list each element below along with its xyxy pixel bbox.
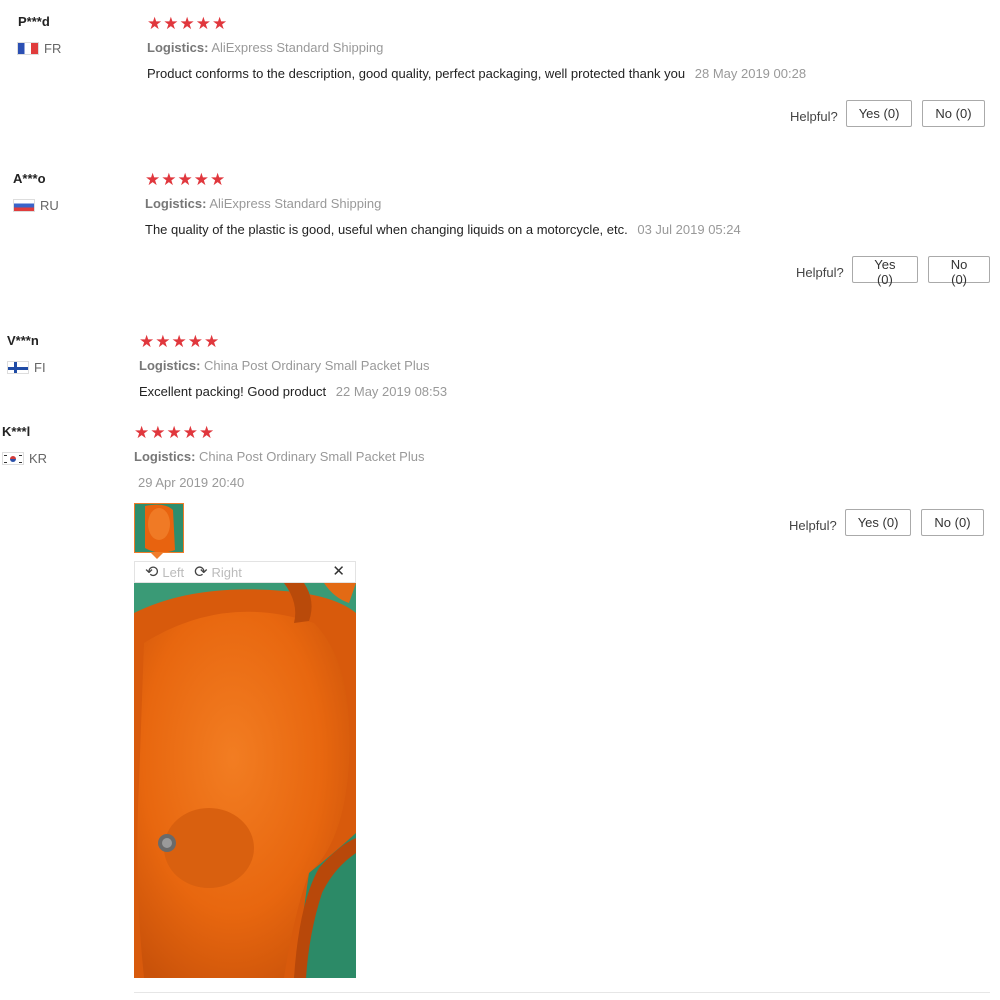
review-date: 29 Apr 2019 20:40 [138,475,245,490]
image-viewer-toolbar: ⟲ Left ⟳ Right ✕ [134,561,356,583]
review-date: 28 May 2019 00:28 [694,66,807,81]
helpful-label: Helpful? [790,109,838,124]
logistics-value: AliExpress Standard Shipping [209,196,382,211]
review-photo-enlarged [134,583,356,978]
reviewer-name: P***d [18,14,50,29]
flag-fr-icon [17,42,39,55]
thumbnail-image [135,504,183,552]
close-icon[interactable]: ✕ [332,562,345,582]
logistics-label: Logistics: [145,196,207,211]
logistics-value: AliExpress Standard Shipping [211,40,384,55]
star-rating: ★★★★★ [134,423,216,442]
reviewer-name: V***n [7,333,39,348]
rotate-left-button[interactable]: ⟲ Left [145,562,184,582]
reviewer-country: FR [17,41,61,56]
review-date: 03 Jul 2019 05:24 [637,222,741,237]
logistics-value: China Post Ordinary Small Packet Plus [199,449,425,464]
review-feedback: Product conforms to the description, goo… [147,66,686,81]
rotate-left-icon: ⟲ [145,564,159,581]
logistics-label: Logistics: [134,449,196,464]
helpful-section: Helpful? Yes (0) No (0) [789,509,994,536]
review-text: Excellent packing! Good product 22 May 2… [139,384,447,399]
helpful-section: Helpful? Yes (0) No (0) [796,256,1000,287]
star-rating: ★★★★★ [147,14,229,33]
flag-kr-icon [2,452,24,465]
yes-button[interactable]: Yes (0) [844,509,912,536]
review-text: 29 Apr 2019 20:40 [132,475,244,490]
logistics-info: Logistics: AliExpress Standard Shipping [145,196,381,211]
reviewer-name: K***l [2,424,31,439]
reviewer-country: FI [7,360,46,375]
logistics-value: China Post Ordinary Small Packet Plus [204,358,430,373]
rotate-right-label: Right [211,564,242,580]
logistics-info: Logistics: AliExpress Standard Shipping [147,40,383,55]
rotate-right-icon: ⟳ [194,564,208,581]
review-text: The quality of the plastic is good, usef… [145,222,741,237]
review-feedback: Excellent packing! Good product [139,384,327,399]
flag-ru-icon [13,199,35,212]
funnel-photo [134,583,356,978]
yes-button[interactable]: Yes (0) [851,256,919,287]
country-code: KR [29,451,48,466]
helpful-label: Helpful? [796,265,844,280]
rotate-left-label: Left [162,564,185,580]
star-rating: ★★★★★ [145,170,227,189]
helpful-label: Helpful? [789,518,837,533]
review-date: 22 May 2019 08:53 [335,384,448,399]
helpful-section: Helpful? Yes (0) No (0) [790,100,995,127]
no-button[interactable]: No (0) [921,509,984,536]
reviewer-name: A***o [13,171,46,186]
logistics-label: Logistics: [147,40,209,55]
logistics-info: Logistics: China Post Ordinary Small Pac… [134,449,424,464]
star-rating: ★★★★★ [139,332,221,351]
no-button[interactable]: No (0) [922,100,985,127]
rotate-right-button[interactable]: ⟳ Right [194,562,242,582]
review-text: Product conforms to the description, goo… [147,66,806,81]
reviewer-country: RU [13,198,59,213]
no-button[interactable]: No (0) [928,256,990,287]
reviewer-country: KR [2,451,47,466]
logistics-label: Logistics: [139,358,201,373]
review-feedback: The quality of the plastic is good, usef… [145,222,628,237]
flag-fi-icon [7,361,29,374]
review-photo-thumbnail[interactable] [134,503,184,553]
country-code: FR [44,41,62,56]
thumbnail-pointer [151,553,163,559]
country-code: RU [40,198,59,213]
review-divider [134,992,990,993]
logistics-info: Logistics: China Post Ordinary Small Pac… [139,358,429,373]
yes-button[interactable]: Yes (0) [845,100,913,127]
country-code: FI [34,360,46,375]
